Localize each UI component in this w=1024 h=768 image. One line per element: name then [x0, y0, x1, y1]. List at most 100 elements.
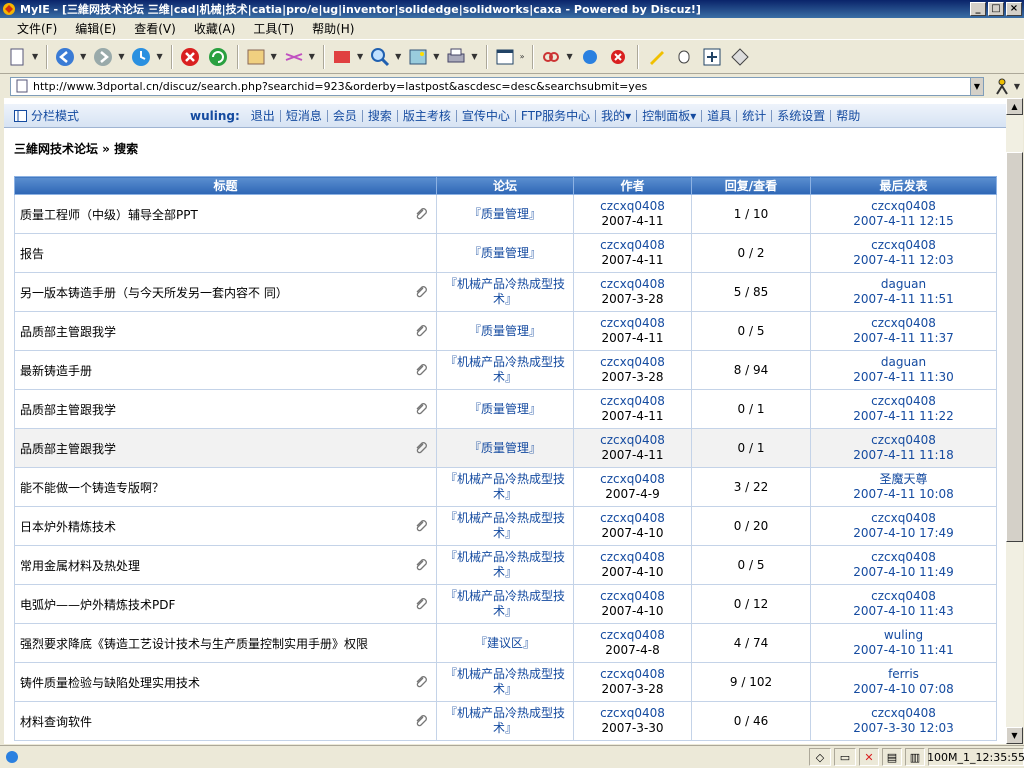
- popup-icon[interactable]: ▭: [834, 748, 856, 766]
- forum-link[interactable]: 『质量管理』: [469, 324, 541, 338]
- chevron-down-icon[interactable]: ▼: [1014, 82, 1020, 91]
- menu-favorites[interactable]: 收藏(A): [185, 20, 245, 37]
- nav-link-messages[interactable]: 短消息: [281, 109, 328, 122]
- forum-link[interactable]: 『质量管理』: [469, 402, 541, 416]
- forum-link[interactable]: 『质量管理』: [469, 246, 541, 260]
- topic-link[interactable]: 最新铸造手册: [20, 364, 92, 378]
- author-link[interactable]: czcxq0408: [574, 706, 691, 721]
- scroll-thumb[interactable]: [1006, 152, 1023, 542]
- minimize-button[interactable]: _: [970, 2, 986, 16]
- highlight-icon[interactable]: [643, 44, 669, 70]
- last-post-time[interactable]: 2007-4-10 11:41: [811, 643, 996, 658]
- menu-help[interactable]: 帮助(H): [303, 20, 363, 37]
- author-link[interactable]: czcxq0408: [574, 550, 691, 565]
- last-poster-link[interactable]: daguan: [811, 277, 996, 292]
- topic-link[interactable]: 强烈要求降底《铸造工艺设计技术与生产质量控制实用手册》权限: [20, 637, 368, 651]
- images-icon[interactable]: [405, 44, 431, 70]
- last-poster-link[interactable]: czcxq0408: [811, 394, 996, 409]
- nav-link-control-panel[interactable]: 控制面板▾: [637, 109, 703, 122]
- last-poster-link[interactable]: czcxq0408: [811, 589, 996, 604]
- topic-link[interactable]: 铸件质量检验与缺陷处理实用技术: [20, 676, 200, 690]
- last-poster-link[interactable]: czcxq0408: [811, 511, 996, 526]
- window-icon[interactable]: [492, 44, 518, 70]
- forum-link[interactable]: 『质量管理』: [469, 207, 541, 221]
- vertical-scrollbar[interactable]: ▲ ▼: [1006, 98, 1023, 744]
- author-link[interactable]: czcxq0408: [574, 238, 691, 253]
- last-poster-link[interactable]: daguan: [811, 355, 996, 370]
- nav-link-stats[interactable]: 统计: [737, 109, 773, 122]
- close-button[interactable]: ×: [1006, 2, 1022, 16]
- author-link[interactable]: czcxq0408: [574, 277, 691, 292]
- author-link[interactable]: czcxq0408: [574, 433, 691, 448]
- chevron-down-icon[interactable]: ▼: [309, 52, 315, 61]
- topic-link[interactable]: 质量工程师（中级）辅导全部PPT: [20, 208, 198, 222]
- back-icon[interactable]: [52, 44, 78, 70]
- topic-link[interactable]: 另一版本铸造手册（与今天所发另一套内容不 同）: [20, 286, 288, 300]
- last-post-time[interactable]: 2007-4-11 12:03: [811, 253, 996, 268]
- scroll-up-icon[interactable]: ▲: [1006, 98, 1023, 115]
- last-poster-link[interactable]: czcxq0408: [811, 238, 996, 253]
- chevron-down-icon[interactable]: ▼: [80, 52, 86, 61]
- block-icon[interactable]: [605, 44, 631, 70]
- last-poster-link[interactable]: wuling: [811, 628, 996, 643]
- last-post-time[interactable]: 2007-4-11 11:51: [811, 292, 996, 307]
- cascade-icon[interactable]: ▥: [905, 748, 925, 766]
- last-post-time[interactable]: 2007-4-11 10:08: [811, 487, 996, 502]
- forum-link[interactable]: 『机械产品冷热成型技术』: [445, 277, 565, 306]
- last-post-time[interactable]: 2007-4-11 11:22: [811, 409, 996, 424]
- proxy-icon[interactable]: [538, 44, 564, 70]
- chevron-down-icon[interactable]: ▼: [395, 52, 401, 61]
- forum-link[interactable]: 『机械产品冷热成型技术』: [445, 472, 565, 501]
- last-post-time[interactable]: 2007-4-11 12:15: [811, 214, 996, 229]
- author-link[interactable]: czcxq0408: [574, 394, 691, 409]
- popup-block-icon[interactable]: ✕: [859, 748, 879, 766]
- chevron-down-icon[interactable]: ▼: [433, 52, 439, 61]
- last-poster-link[interactable]: czcxq0408: [811, 550, 996, 565]
- stop-icon[interactable]: [177, 44, 203, 70]
- menu-file[interactable]: 文件(F): [8, 20, 66, 37]
- author-link[interactable]: czcxq0408: [574, 628, 691, 643]
- topic-link[interactable]: 品质部主管跟我学: [20, 442, 116, 456]
- menu-tools[interactable]: 工具(T): [244, 20, 303, 37]
- nav-link-settings[interactable]: 系统设置: [772, 109, 832, 122]
- last-poster-link[interactable]: czcxq0408: [811, 316, 996, 331]
- address-input[interactable]: http://www.3dportal.cn/discuz/search.php…: [10, 76, 972, 96]
- nav-link-ftp[interactable]: FTP服务中心: [516, 109, 597, 122]
- nav-link-search[interactable]: 搜索: [363, 109, 398, 122]
- author-link[interactable]: czcxq0408: [574, 355, 691, 370]
- scroll-down-icon[interactable]: ▼: [1006, 727, 1023, 744]
- search-icon[interactable]: [367, 44, 393, 70]
- diamond-icon[interactable]: [727, 44, 753, 70]
- last-poster-link[interactable]: ferris: [811, 667, 996, 682]
- forum-link[interactable]: 『机械产品冷热成型技术』: [445, 667, 565, 696]
- topic-link[interactable]: 报告: [20, 247, 44, 261]
- address-dropdown-button[interactable]: ▼: [970, 76, 984, 96]
- topic-link[interactable]: 品质部主管跟我学: [20, 403, 116, 417]
- user-icon[interactable]: [992, 76, 1012, 96]
- chevron-down-icon[interactable]: ▼: [32, 52, 38, 61]
- menu-edit[interactable]: 编辑(E): [66, 20, 125, 37]
- nav-link-help[interactable]: 帮助: [831, 110, 865, 122]
- chevron-down-icon[interactable]: ▼: [271, 52, 277, 61]
- chevron-down-icon[interactable]: ▼: [118, 52, 124, 61]
- menu-view[interactable]: 查看(V): [125, 20, 185, 37]
- tile-icon[interactable]: ▤: [882, 748, 902, 766]
- forward-icon[interactable]: [90, 44, 116, 70]
- last-post-time[interactable]: 2007-4-11 11:18: [811, 448, 996, 463]
- topic-link[interactable]: 品质部主管跟我学: [20, 325, 116, 339]
- nav-link-moderator-review[interactable]: 版主考核: [398, 109, 457, 122]
- author-link[interactable]: czcxq0408: [574, 199, 691, 214]
- author-link[interactable]: czcxq0408: [574, 316, 691, 331]
- favorites-icon[interactable]: [243, 44, 269, 70]
- chevron-down-icon[interactable]: ▼: [156, 52, 162, 61]
- chevron-down-icon[interactable]: ▼: [357, 52, 363, 61]
- new-page-icon[interactable]: [4, 44, 30, 70]
- last-post-time[interactable]: 2007-4-10 11:49: [811, 565, 996, 580]
- topic-link[interactable]: 常用金属材料及热处理: [20, 559, 140, 573]
- forum-link[interactable]: 『机械产品冷热成型技术』: [445, 355, 565, 384]
- last-post-time[interactable]: 2007-4-11 11:30: [811, 370, 996, 385]
- forum-link[interactable]: 『质量管理』: [469, 441, 541, 455]
- links-icon[interactable]: [281, 44, 307, 70]
- topic-link[interactable]: 电弧炉——炉外精炼技术PDF: [20, 598, 175, 612]
- split-mode-toggle[interactable]: 分栏模式: [14, 107, 79, 124]
